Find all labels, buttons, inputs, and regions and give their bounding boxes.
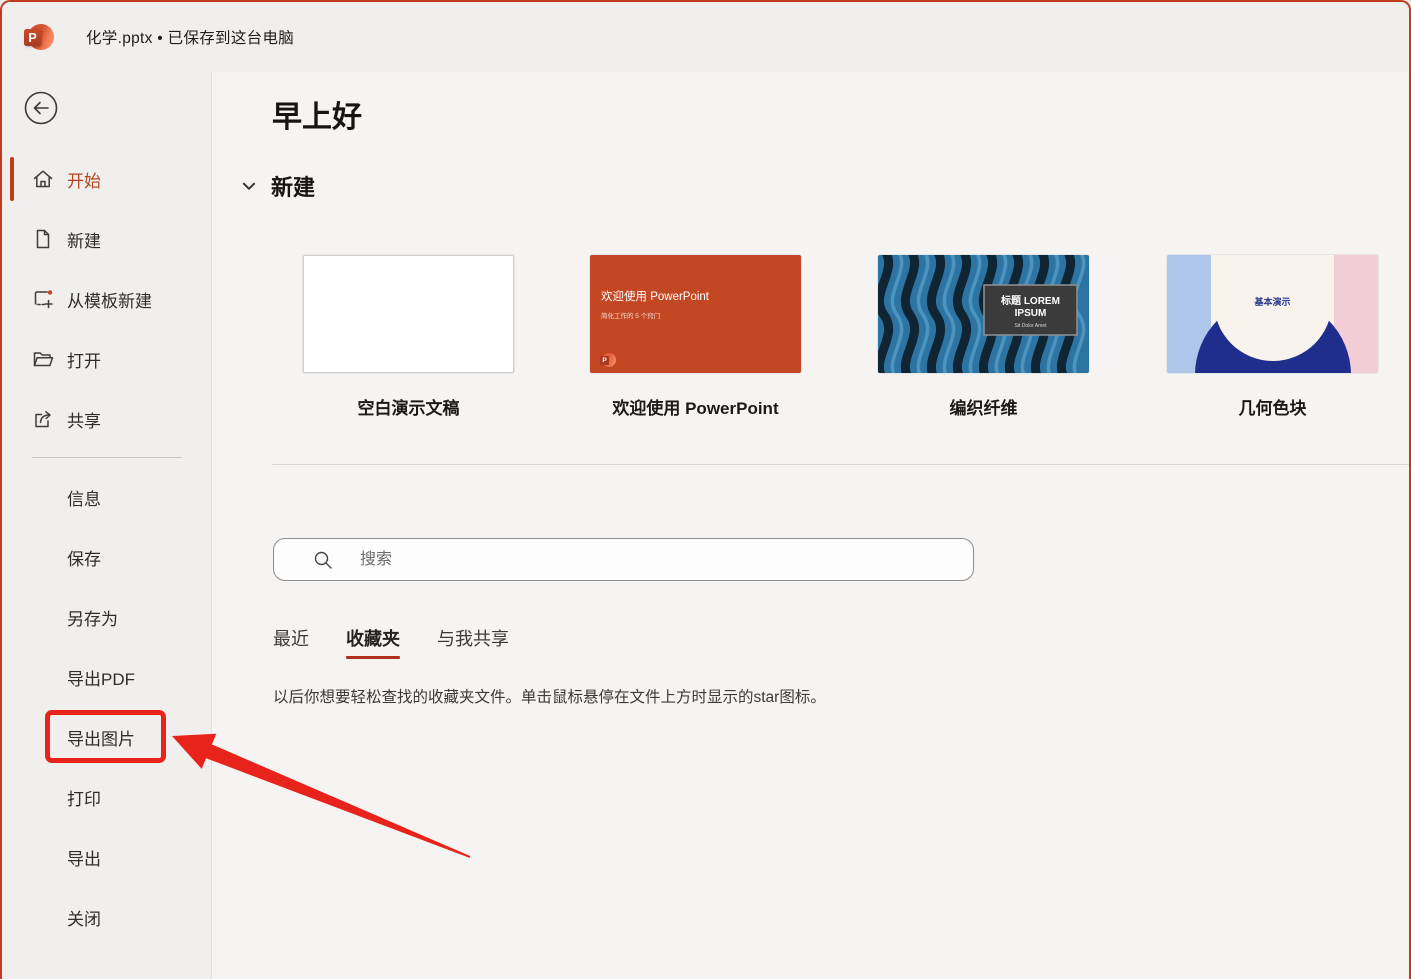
template-thumbnail-welcome: 欢迎使用 PowerPoint 简化工作的 5 个窍门 P [590, 255, 801, 373]
thumb-title-line2: IPSUM [1015, 308, 1047, 319]
sidebar-bottom-nav: 信息 保存 另存为 导出PDF 导出图片 打印 导出 关闭 [2, 467, 212, 947]
sidebar-item-label: 打开 [67, 351, 101, 371]
new-section-title: 新建 [271, 175, 316, 200]
thumb-title: 欢迎使用 PowerPoint [601, 291, 710, 303]
sidebar-top-nav: 开始 新建 从模板新建 打开 共享 [2, 149, 212, 449]
new-document-icon [31, 227, 55, 251]
woven-fiber-art: 标题 LOREM IPSUM Sit Dolor Amet [878, 255, 1089, 373]
sidebar-item-save[interactable]: 保存 [2, 527, 212, 587]
sidebar-item-share[interactable]: 共享 [2, 389, 212, 449]
share-icon [31, 407, 55, 431]
tab-recent[interactable]: 最近 [273, 625, 309, 659]
logo-letter: P [600, 356, 609, 365]
sidebar-item-open[interactable]: 打开 [2, 329, 212, 389]
sidebar-item-label: 另存为 [67, 609, 118, 629]
tab-label: 收藏夹 [346, 629, 400, 649]
sidebar-item-home[interactable]: 开始 [2, 149, 212, 209]
powerpoint-mini-logo-icon: P [600, 352, 616, 368]
template-label: 几何色块 [1238, 399, 1307, 418]
logo-letter: P [24, 29, 41, 46]
template-label: 编织纤维 [949, 399, 1018, 418]
template-label: 欢迎使用 PowerPoint [612, 399, 779, 418]
sidebar-item-info[interactable]: 信息 [2, 467, 212, 527]
sidebar-item-label: 新建 [67, 231, 101, 251]
template-thumbnail-geometric: 基本演示 [1167, 255, 1378, 373]
sidebar-item-export-pdf[interactable]: 导出PDF [2, 647, 212, 707]
sidebar-item-export-images[interactable]: 导出图片 [2, 707, 212, 767]
sidebar-item-label: 信息 [67, 489, 101, 509]
tab-favorites[interactable]: 收藏夹 [346, 625, 400, 659]
chevron-down-icon[interactable] [240, 177, 258, 195]
template-card-blank[interactable]: 空白演示文稿 [303, 255, 514, 419]
content-divider [272, 464, 1409, 465]
tab-label: 最近 [273, 629, 309, 649]
sidebar-item-new-from-template[interactable]: 从模板新建 [2, 269, 212, 329]
powerpoint-backstage-window: P 化学.pptx • 已保存到这台电脑 开始 新建 从模板新建 打开 共享 信… [0, 0, 1411, 979]
new-section-header: 新建 [240, 170, 315, 202]
sidebar-item-label: 导出图片 [67, 729, 135, 749]
sidebar-item-close[interactable]: 关闭 [2, 887, 212, 947]
title-bar: P 化学.pptx • 已保存到这台电脑 [2, 2, 1409, 72]
open-folder-icon [31, 347, 55, 371]
sidebar-item-label: 导出 [67, 849, 101, 869]
backstage-sidebar: 开始 新建 从模板新建 打开 共享 信息 保存 另存为 导出PDF 导出图片 打… [2, 72, 212, 979]
template-card-welcome[interactable]: 欢迎使用 PowerPoint 简化工作的 5 个窍门 P 欢迎使用 Power… [590, 255, 801, 419]
sidebar-item-export[interactable]: 导出 [2, 827, 212, 887]
tab-shared-with-me[interactable]: 与我共享 [437, 625, 509, 659]
sidebar-item-print[interactable]: 打印 [2, 767, 212, 827]
back-arrow-icon [24, 91, 58, 125]
sidebar-item-label: 从模板新建 [67, 291, 152, 311]
template-thumbnail-blank [303, 255, 514, 373]
tab-label: 与我共享 [437, 629, 509, 649]
active-indicator [10, 157, 14, 201]
sidebar-divider [32, 457, 182, 458]
sidebar-item-label: 共享 [67, 411, 101, 431]
file-list-tabs: 最近 收藏夹 与我共享 [273, 625, 509, 659]
thumb-title-line1: 标题 LOREM [1000, 294, 1060, 307]
powerpoint-logo-icon: P [24, 22, 54, 52]
sidebar-item-label: 关闭 [67, 909, 101, 929]
new-from-template-icon [31, 287, 55, 311]
thumb-subtitle: Sit Dolor Amet [1015, 323, 1048, 329]
backstage-main: 早上好 新建 空白演示文稿 欢迎使用 PowerPoint 简化工作的 5 个窍… [212, 72, 1409, 979]
search-input[interactable] [334, 539, 973, 580]
sidebar-item-label: 导出PDF [67, 669, 135, 689]
search-icon [312, 549, 334, 571]
document-title: 化学.pptx • 已保存到这台电脑 [86, 30, 295, 47]
sidebar-item-label: 保存 [67, 549, 101, 569]
sidebar-item-new[interactable]: 新建 [2, 209, 212, 269]
greeting-heading: 早上好 [272, 101, 362, 134]
thumb-subtitle: 简化工作的 5 个窍门 [601, 313, 661, 320]
template-card-woven-fiber[interactable]: 标题 LOREM IPSUM Sit Dolor Amet 编织纤维 [878, 255, 1089, 419]
thumb-title: 基本演示 [1254, 297, 1291, 307]
home-icon [31, 167, 55, 191]
back-button[interactable] [24, 91, 58, 125]
sidebar-item-label: 打印 [67, 789, 101, 809]
active-tab-underline [346, 656, 400, 659]
favorites-hint-text: 以后你想要轻松查找的收藏夹文件。单击鼠标悬停在文件上方时显示的star图标。 [273, 689, 826, 706]
template-card-geometric[interactable]: 基本演示 几何色块 [1167, 255, 1378, 419]
search-box[interactable] [273, 538, 974, 581]
sidebar-item-label: 开始 [67, 171, 101, 191]
template-thumbnail-woven-fiber: 标题 LOREM IPSUM Sit Dolor Amet [878, 255, 1089, 373]
sidebar-item-save-as[interactable]: 另存为 [2, 587, 212, 647]
template-label: 空白演示文稿 [357, 399, 460, 418]
